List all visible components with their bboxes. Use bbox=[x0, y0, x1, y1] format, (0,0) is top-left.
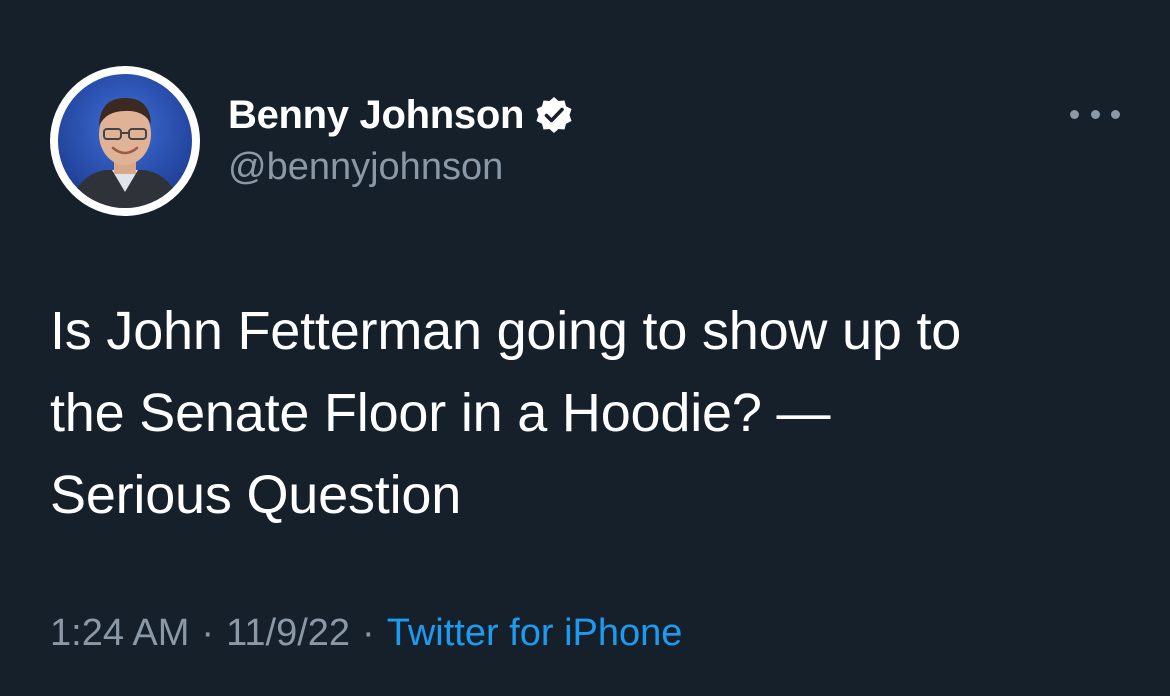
tweet-card: Benny Johnson @bennyjohnson Is John Fett… bbox=[0, 0, 1170, 696]
tweet-date[interactable]: 11/9/22 bbox=[226, 612, 350, 655]
tweet-source-link[interactable]: Twitter for iPhone bbox=[387, 612, 683, 655]
avatar-image bbox=[58, 74, 192, 208]
tweet-meta: 1:24 AM · 11/9/22 · Twitter for iPhone bbox=[50, 612, 682, 655]
avatar[interactable] bbox=[50, 66, 200, 216]
verified-badge-icon bbox=[534, 95, 574, 135]
more-options-icon[interactable] bbox=[1070, 100, 1120, 128]
tweet-text-line: Serious Question bbox=[50, 465, 462, 525]
author-display-name[interactable]: Benny Johnson bbox=[228, 93, 524, 138]
author-handle[interactable]: @bennyjohnson bbox=[228, 146, 503, 189]
more-dot bbox=[1111, 109, 1120, 119]
meta-separator: · bbox=[362, 612, 375, 654]
tweet-text-line: the Senate Floor in a Hoodie? — bbox=[50, 383, 831, 443]
tweet-text: Is John Fetterman going to show up to th… bbox=[50, 290, 1140, 536]
more-dot bbox=[1070, 109, 1079, 119]
meta-separator: · bbox=[201, 612, 215, 654]
more-dot bbox=[1090, 109, 1100, 119]
tweet-text-line: Is John Fetterman going to show up to bbox=[50, 301, 962, 361]
author-name-row[interactable]: Benny Johnson bbox=[228, 90, 574, 140]
tweet-time[interactable]: 1:24 AM bbox=[50, 612, 189, 655]
